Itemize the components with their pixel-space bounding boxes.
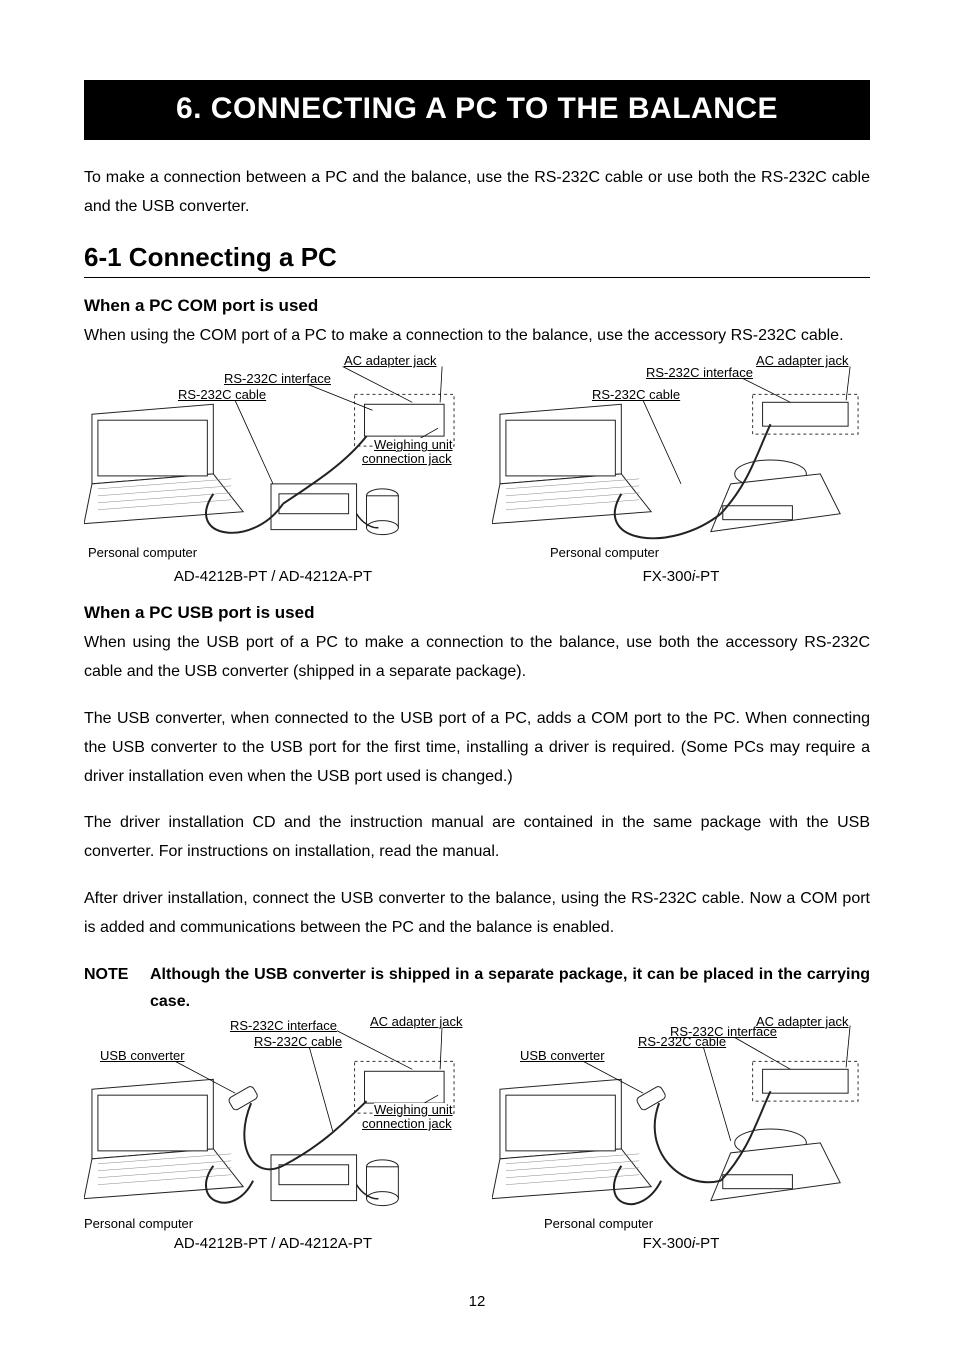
figure-com-right: RS-232C cable RS-232C interface AC adapt… [492,354,870,585]
caption-com-right: FX-300i-PT [643,568,720,585]
subsection-2-heading: When a PC USB port is used [84,603,870,623]
caption-usb-left: AD-4212B-PT / AD-4212A-PT [174,1235,372,1252]
label-usb-conv: USB converter [520,1049,605,1062]
label-rs-cable: RS-232C cable [592,388,680,401]
label-weigh-l1: Weighing unit [374,438,453,451]
label-weigh-l2: connection jack [362,1117,452,1130]
subsection-1-heading: When a PC COM port is used [84,296,870,316]
figure-usb-right: USB converter RS-232C cable RS-232C inte… [492,1021,870,1252]
label-pc: Personal computer [544,1217,653,1230]
label-weigh-l2: connection jack [362,452,452,465]
label-rs-interface: RS-232C interface [230,1019,337,1032]
figure-usb-left: USB converter RS-232C cable RS-232C inte… [84,1021,462,1252]
note-text: Although the USB converter is shipped in… [150,961,870,1015]
label-rs-cable: RS-232C cable [178,388,266,401]
chapter-title: 6. CONNECTING A PC TO THE BALANCE [84,80,870,140]
intro-paragraph: To make a connection between a PC and th… [84,164,870,222]
diagram-svg [492,354,870,564]
caption-suffix: -PT [695,568,719,585]
figure-row-com: RS-232C cable RS-232C interface AC adapt… [84,354,870,585]
note-label: NOTE [84,961,150,1015]
note: NOTE Although the USB converter is shipp… [84,961,870,1015]
caption-com-left: AD-4212B-PT / AD-4212A-PT [174,568,372,585]
section-heading: 6-1 Connecting a PC [84,242,870,278]
subsection-2-p3: The driver installation CD and the instr… [84,809,870,867]
label-rs-cable: RS-232C cable [254,1035,342,1048]
subsection-2-p1: When using the USB port of a PC to make … [84,629,870,687]
caption-prefix: FX-300 [643,568,692,585]
label-usb-conv: USB converter [100,1049,185,1062]
caption-suffix: -PT [695,1235,719,1252]
label-weigh-l1: Weighing unit [374,1103,453,1116]
label-pc: Personal computer [84,1217,193,1230]
label-ac-jack: AC adapter jack [344,354,437,367]
label-pc: Personal computer [550,546,659,559]
figure-row-usb: USB converter RS-232C cable RS-232C inte… [84,1021,870,1252]
page-number: 12 [0,1293,954,1310]
label-pc: Personal computer [88,546,197,559]
label-ac-jack: AC adapter jack [756,1015,849,1028]
label-rs-interface: RS-232C interface [224,372,331,385]
subsection-2-p4: After driver installation, connect the U… [84,885,870,943]
label-ac-jack: AC adapter jack [756,354,849,367]
caption-prefix: FX-300 [643,1235,692,1252]
label-ac-jack: AC adapter jack [370,1015,463,1028]
caption-usb-right: FX-300i-PT [643,1235,720,1252]
subsection-2-p2: The USB converter, when connected to the… [84,705,870,791]
label-rs-interface: RS-232C interface [646,366,753,379]
subsection-1-body: When using the COM port of a PC to make … [84,322,870,351]
figure-com-left: RS-232C cable RS-232C interface AC adapt… [84,354,462,585]
